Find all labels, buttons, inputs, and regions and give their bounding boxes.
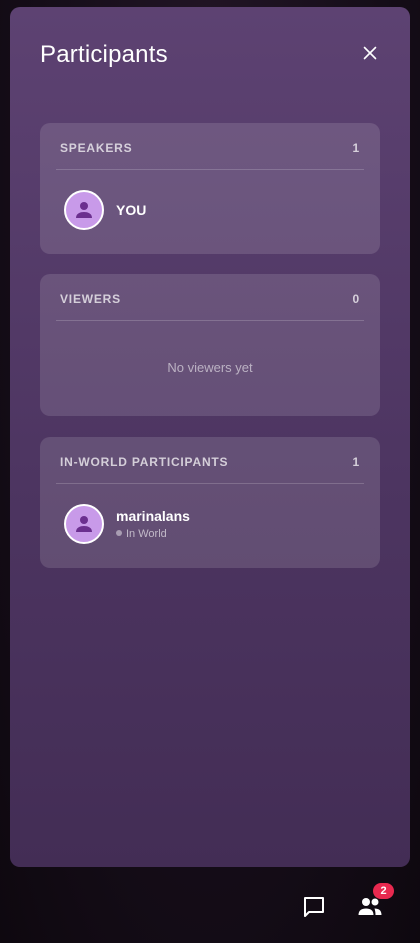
participants-panel: Participants SPEAKERS 1 YOU VIEWERS 0 No… (10, 7, 410, 867)
in-world-count: 1 (352, 455, 360, 469)
participant-name: YOU (116, 202, 147, 218)
divider (56, 483, 364, 484)
empty-state-text: No viewers yet (167, 360, 253, 375)
speakers-count: 1 (352, 141, 360, 155)
viewers-section: VIEWERS 0 No viewers yet (40, 274, 380, 416)
divider (56, 169, 364, 170)
speakers-title: SPEAKERS (60, 141, 133, 155)
status-dot (116, 530, 122, 536)
avatar (64, 504, 104, 544)
chat-button[interactable] (301, 894, 327, 920)
speakers-section: SPEAKERS 1 YOU (40, 123, 380, 254)
viewers-title: VIEWERS (60, 292, 121, 306)
panel-title: Participants (40, 41, 168, 68)
viewers-count: 0 (352, 292, 360, 306)
person-icon (76, 202, 92, 218)
in-world-section: IN-WORLD PARTICIPANTS 1 marinalans In Wo… (40, 437, 380, 568)
speakers-header: SPEAKERS 1 (60, 141, 360, 155)
participant-status: In World (116, 528, 167, 540)
status-label: In World (126, 528, 167, 540)
participants-count-badge: 2 (373, 883, 394, 899)
in-world-header: IN-WORLD PARTICIPANTS 1 (60, 455, 360, 469)
avatar (64, 190, 104, 230)
app-screen: Participants SPEAKERS 1 YOU VIEWERS 0 No… (0, 0, 420, 943)
viewers-header: VIEWERS 0 (60, 292, 360, 306)
person-icon (76, 516, 92, 532)
close-button[interactable] (362, 45, 378, 61)
divider (56, 320, 364, 321)
chat-icon (304, 897, 324, 917)
participant-name: marinalans (116, 508, 190, 524)
in-world-title: IN-WORLD PARTICIPANTS (60, 455, 229, 469)
close-icon (363, 46, 377, 60)
